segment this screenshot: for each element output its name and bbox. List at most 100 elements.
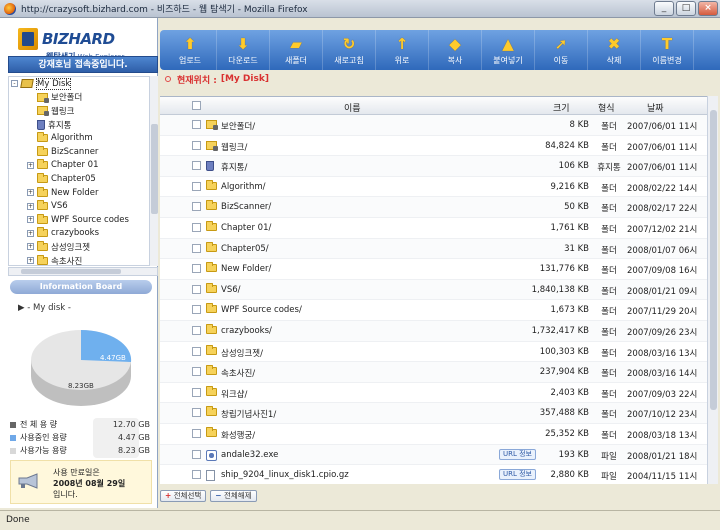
row-checkbox[interactable] xyxy=(192,408,201,418)
file-row[interactable]: 속초사진/237,904 KB 폴더 2008/03/16 14시 xyxy=(160,362,707,383)
row-checkbox[interactable] xyxy=(192,346,201,356)
folder-tree[interactable]: - My Disk 보안폴더 웹링크 휴지통 Algorithm BizScanner + Ch… xyxy=(8,76,150,266)
file-name[interactable]: ship_9204_linux_disk1.cpio.gz xyxy=(221,470,349,480)
file-list-scrollbar[interactable] xyxy=(707,96,718,484)
file-row[interactable]: 창립기념사진1/357,488 KB 폴더 2007/10/12 23시 xyxy=(160,403,707,424)
tree-item[interactable]: + VS6 xyxy=(9,199,149,213)
file-name[interactable]: 창립기념사진1/ xyxy=(221,408,276,420)
toolbar-button[interactable]: ▰ 새폴더 xyxy=(270,30,323,70)
file-row[interactable]: Chapter05/31 KB 폴더 2008/01/07 06시 xyxy=(160,238,707,260)
file-name[interactable]: New Folder/ xyxy=(221,264,271,274)
column-date[interactable]: 날짜 xyxy=(647,101,664,114)
file-row[interactable]: BizScanner/50 KB 폴더 2008/02/17 22시 xyxy=(160,197,707,218)
file-row[interactable]: Chapter 01/1,761 KB 폴더 2007/12/02 21시 xyxy=(160,218,707,239)
tree-item[interactable]: + 삼성잉크젯 xyxy=(9,240,149,254)
url-info-button[interactable]: URL 정보 xyxy=(499,448,536,460)
file-name[interactable]: Chapter 01/ xyxy=(221,223,271,233)
file-name[interactable]: 휴지통/ xyxy=(221,161,247,173)
file-name[interactable]: Chapter05/ xyxy=(221,244,269,254)
minimize-button[interactable]: _ xyxy=(654,1,674,16)
row-checkbox[interactable] xyxy=(192,470,201,480)
file-row[interactable]: andale32.exe URL 정보 193 KB 파일 2008/01/21 18시 xyxy=(160,444,707,466)
file-row[interactable]: 워크샵/2,403 KB 폴더 2007/09/03 22시 xyxy=(160,383,707,404)
collapse-icon[interactable]: - xyxy=(11,80,18,88)
tree-item[interactable]: + crazybooks xyxy=(9,227,149,241)
row-checkbox[interactable] xyxy=(192,222,201,232)
toolbar-button[interactable]: ➚ 이동 xyxy=(535,30,588,70)
close-button[interactable]: × xyxy=(698,1,718,16)
row-checkbox[interactable] xyxy=(192,305,201,315)
tree-item[interactable]: + Chapter 01 xyxy=(9,159,149,173)
column-name[interactable]: 이름 xyxy=(344,101,361,114)
file-row[interactable]: 휴지통/106 KB 휴지통 2007/06/01 11시 xyxy=(160,156,707,177)
toolbar-button[interactable]: ↻ 새로고침 xyxy=(323,30,376,70)
file-name[interactable]: 삼성잉크젯/ xyxy=(221,347,263,359)
row-checkbox[interactable] xyxy=(192,120,201,129)
tree-item[interactable]: - My Disk xyxy=(9,77,149,91)
file-name[interactable]: 워크샵/ xyxy=(221,388,247,400)
row-checkbox[interactable] xyxy=(192,449,201,459)
toolbar-button[interactable]: ✖ 삭제 xyxy=(588,30,641,70)
file-row[interactable]: crazybooks/1,732,417 KB 폴더 2007/09/26 23시 xyxy=(160,320,707,342)
file-name[interactable]: 보안폴더/ xyxy=(221,120,255,132)
deselect-all-button[interactable]: − 전체해제 xyxy=(210,490,257,502)
expand-icon[interactable]: + xyxy=(27,243,34,251)
toolbar-button[interactable]: ⬇ 다운로드 xyxy=(217,30,270,70)
row-checkbox[interactable] xyxy=(192,243,201,253)
file-name[interactable]: 화성행궁/ xyxy=(221,429,255,441)
row-checkbox[interactable] xyxy=(192,325,201,335)
file-row[interactable]: VS6/1,840,138 KB 폴더 2008/01/21 09시 xyxy=(160,279,707,301)
select-all-button[interactable]: + 전체선택 xyxy=(160,490,207,502)
row-checkbox[interactable] xyxy=(192,284,201,294)
expand-icon[interactable]: + xyxy=(27,229,34,237)
file-name[interactable]: andale32.exe xyxy=(221,450,278,460)
select-all-checkbox[interactable] xyxy=(192,101,201,110)
toolbar-button[interactable]: ◆ 복사 xyxy=(429,30,482,70)
expand-icon[interactable]: + xyxy=(27,161,34,169)
toolbar-button[interactable]: ⬆ 업로드 xyxy=(164,30,217,70)
row-checkbox[interactable] xyxy=(192,202,201,212)
row-checkbox[interactable] xyxy=(192,264,201,274)
file-row[interactable]: 화성행궁/25,352 KB 폴더 2008/03/18 13시 xyxy=(160,424,707,445)
tree-item[interactable]: + 속초사진 xyxy=(9,254,149,265)
file-row[interactable]: ship_9204_linux_disk1.cpio.gz URL 정보 2,880… xyxy=(160,465,707,484)
maximize-button[interactable]: □ xyxy=(676,1,696,16)
file-row[interactable]: WPF Source codes/1,673 KB 폴더 2007/11/29 20… xyxy=(160,300,707,321)
row-checkbox[interactable] xyxy=(192,367,201,377)
expand-icon[interactable]: + xyxy=(27,189,34,197)
file-row[interactable]: 보안폴더/8 KB 폴더 2007/06/01 11시 xyxy=(160,115,707,136)
expand-icon[interactable]: + xyxy=(27,257,34,265)
tree-horizontal-scrollbar[interactable] xyxy=(8,267,158,276)
toolbar-button[interactable]: T 이름변경 xyxy=(641,30,694,70)
column-type[interactable]: 형식 xyxy=(598,101,615,114)
tree-item[interactable]: BizScanner xyxy=(9,145,149,159)
tree-item[interactable]: 휴지통 xyxy=(9,118,149,132)
toolbar-button[interactable]: ↑ 위로 xyxy=(376,30,429,70)
url-info-button[interactable]: URL 정보 xyxy=(499,469,536,481)
column-size[interactable]: 크기 xyxy=(553,101,570,114)
tree-item[interactable]: Chapter05 xyxy=(9,172,149,186)
tree-item[interactable]: 웹링크 xyxy=(9,104,149,118)
toolbar-button[interactable]: ▲ 붙여넣기 xyxy=(482,30,535,70)
tree-item[interactable]: Algorithm xyxy=(9,131,149,145)
file-name[interactable]: crazybooks/ xyxy=(221,326,272,336)
row-checkbox[interactable] xyxy=(192,428,201,438)
file-name[interactable]: BizScanner/ xyxy=(221,202,271,212)
row-checkbox[interactable] xyxy=(192,140,201,150)
file-row[interactable]: 삼성잉크젯/100,303 KB 폴더 2008/03/16 13시 xyxy=(160,342,707,363)
tree-item[interactable]: + WPF Source codes xyxy=(9,213,149,227)
file-name[interactable]: WPF Source codes/ xyxy=(221,305,302,315)
file-name[interactable]: Algorithm/ xyxy=(221,182,266,192)
expand-icon[interactable]: + xyxy=(27,202,34,210)
file-name[interactable]: 웹링크/ xyxy=(221,141,247,153)
file-row[interactable]: 웹링크/84,824 KB 폴더 2007/06/01 11시 xyxy=(160,136,707,157)
row-checkbox[interactable] xyxy=(192,181,201,191)
file-name[interactable]: VS6/ xyxy=(221,285,240,295)
expand-icon[interactable]: + xyxy=(27,216,34,224)
row-checkbox[interactable] xyxy=(192,387,201,397)
tree-vertical-scrollbar[interactable] xyxy=(149,76,158,266)
file-row[interactable]: New Folder/131,776 KB 폴더 2007/09/08 16시 xyxy=(160,259,707,280)
file-row[interactable]: Algorithm/9,216 KB 폴더 2008/02/22 14시 xyxy=(160,177,707,198)
row-checkbox[interactable] xyxy=(192,161,201,171)
file-name[interactable]: 속초사진/ xyxy=(221,367,255,379)
